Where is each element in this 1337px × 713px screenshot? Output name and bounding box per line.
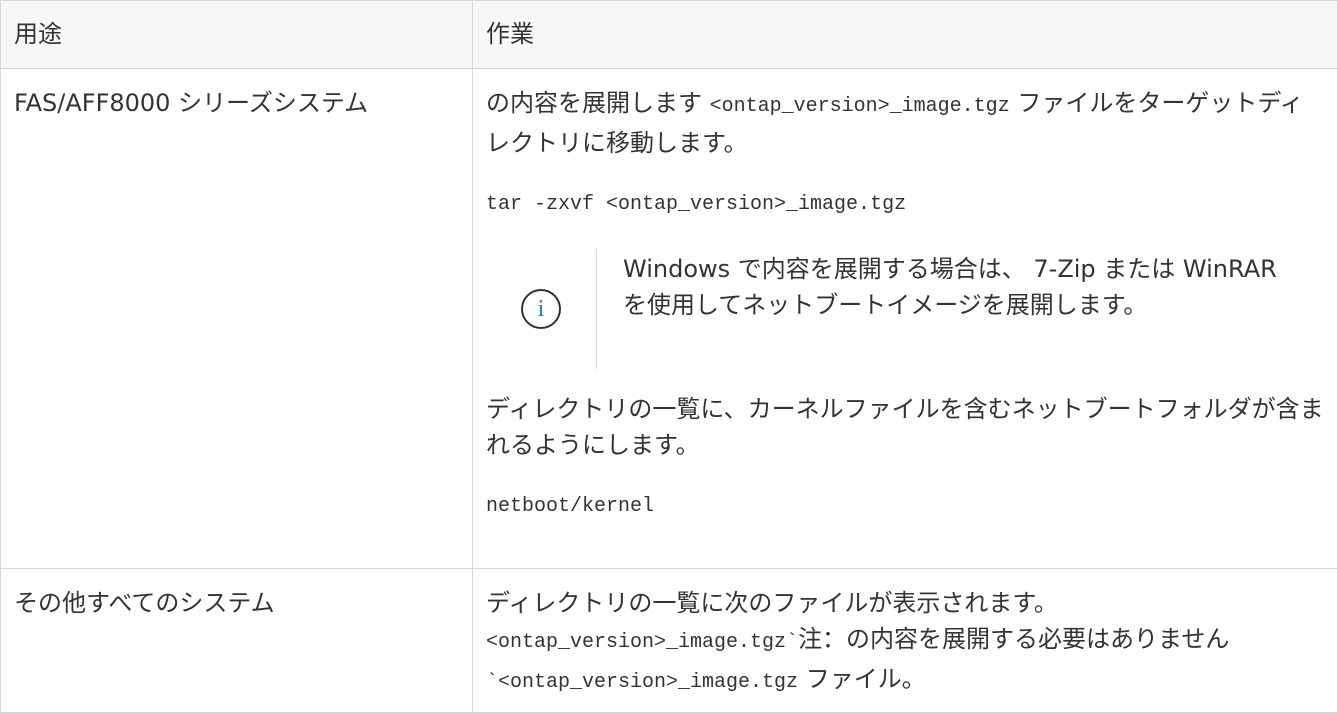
instruction-text: の内容を展開します [486, 89, 710, 117]
info-icon: i [521, 289, 561, 329]
table-header-row: 用途 作業 [1, 1, 1337, 69]
extract-instruction: の内容を展開します <ontap_version>_image.tgz ファイル… [486, 85, 1324, 161]
cell-use-other: その他すべてのシステム [1, 569, 473, 713]
note-admonition: i Windows で内容を展開する場合は、 7-Zip または WinRAR … [486, 249, 1324, 369]
content-table: 用途 作業 FAS/AFF8000 シリーズシステム の内容を展開します <on… [0, 0, 1337, 713]
inline-code-filename-2: `<ontap_version>_image.tgz [486, 671, 798, 694]
note-suffix: ファイル。 [798, 665, 926, 693]
inline-code-filename: <ontap_version>_image.tgz` [486, 631, 798, 654]
code-block-tar: tar -zxvf <ontap_version>_image.tgz [486, 187, 1324, 223]
note-text: Windows で内容を展開する場合は、 7-Zip または WinRAR を使… [597, 249, 1303, 369]
listing-line: ディレクトリの一覧に次のファイルが表示されます。 [486, 585, 1324, 621]
note-line: <ontap_version>_image.tgz`注：の内容を展開する必要はあ… [486, 621, 1324, 701]
note-text-inline: 注：の内容を展開する必要はありません [798, 625, 1229, 653]
header-task: 作業 [473, 1, 1337, 69]
cell-use-fas: FAS/AFF8000 シリーズシステム [1, 69, 473, 569]
cell-task-fas: の内容を展開します <ontap_version>_image.tgz ファイル… [473, 69, 1337, 569]
cell-task-other: ディレクトリの一覧に次のファイルが表示されます。 <ontap_version>… [473, 569, 1337, 713]
table-row: FAS/AFF8000 シリーズシステム の内容を展開します <ontap_ve… [1, 69, 1337, 569]
inline-code-filename: <ontap_version>_image.tgz [710, 95, 1010, 118]
code-block-netboot: netboot/kernel [486, 489, 1324, 525]
verify-instruction: ディレクトリの一覧に、カーネルファイルを含むネットブートフォルダが含まれるように… [486, 391, 1324, 463]
header-use: 用途 [1, 1, 473, 69]
table-row: その他すべてのシステム ディレクトリの一覧に次のファイルが表示されます。 <on… [1, 569, 1337, 713]
